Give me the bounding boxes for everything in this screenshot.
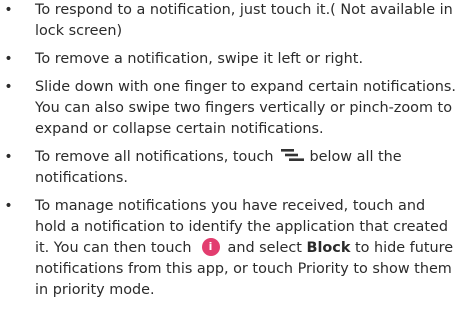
bullet-list: • To respond to a notification, just tou… — [0, 0, 463, 301]
list-item: • To manage notifications you have recei… — [0, 196, 463, 301]
notification-instructions: • To respond to a notification, just tou… — [0, 0, 463, 312]
list-item: • To remove all notifications, touch belo… — [0, 147, 463, 189]
block-label: Block — [306, 240, 351, 256]
bullet-marker: • — [4, 79, 13, 95]
bullet-text-remove: To remove a notification, swipe it left … — [35, 51, 364, 67]
bullet-text-manage-mid: and select — [227, 240, 302, 256]
info-icon: i — [201, 238, 220, 256]
bullet-text-respond: To respond to a notification, just touch… — [35, 2, 453, 39]
list-item: • To remove a notification, swipe it lef… — [0, 49, 463, 70]
bullet-text-remove-all-before: To remove all notifications, touch — [35, 149, 274, 165]
bullet-marker: • — [4, 198, 13, 214]
clear-all-icon — [280, 148, 306, 162]
bullet-marker: • — [4, 2, 13, 18]
bullet-marker: • — [4, 149, 13, 165]
list-item: • To respond to a notification, just tou… — [0, 0, 463, 42]
bullet-text-expand: Slide down with one finger to expand cer… — [35, 79, 456, 137]
bullet-marker: • — [4, 51, 13, 67]
info-icon-glyph: i — [208, 240, 213, 253]
list-item: • Slide down with one finger to expand c… — [0, 77, 463, 140]
